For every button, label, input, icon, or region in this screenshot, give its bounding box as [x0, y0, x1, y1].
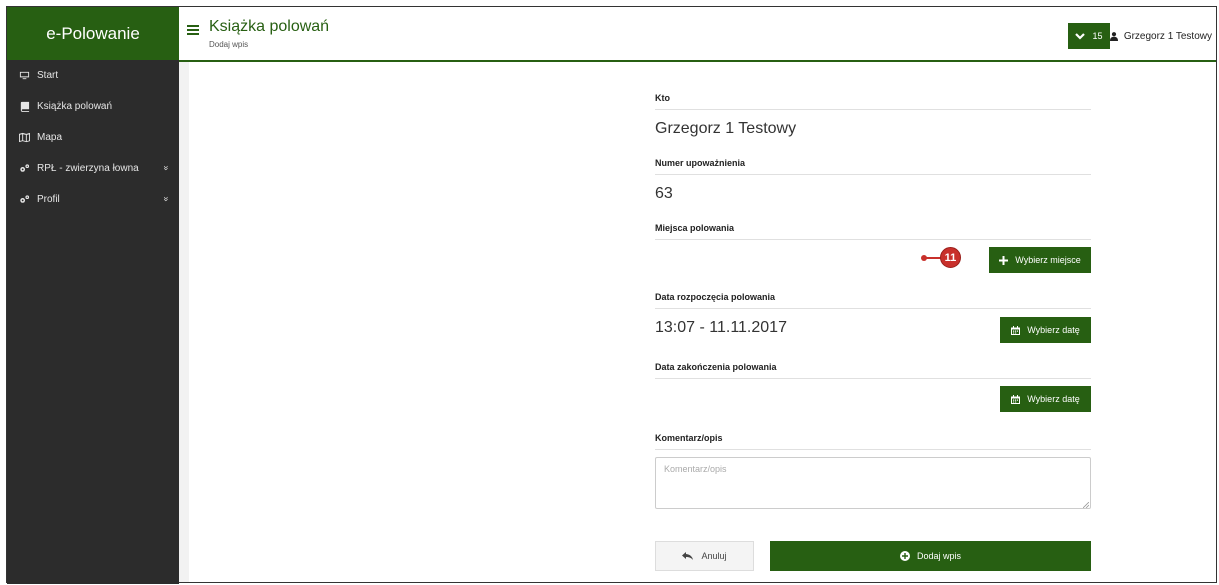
- chevron-down-icon: »: [161, 196, 172, 202]
- sidebar-item-label: Książka polowań: [37, 101, 113, 112]
- map-icon: [19, 132, 30, 143]
- hamburger-line: [187, 29, 199, 31]
- sidebar-item-hunting-book[interactable]: Książka polowań: [7, 91, 179, 122]
- top-header: Książka polowań Dodaj wpis 15 Grzegorz 1…: [179, 7, 1216, 60]
- page-title: Książka polowań: [209, 18, 330, 35]
- calendar-icon: [1011, 325, 1021, 335]
- plus-circle-icon: [899, 551, 910, 561]
- sidebar-item-label: RPŁ - zwierzyna łowna: [37, 163, 139, 174]
- divider: [655, 378, 1091, 379]
- who-value: Grzegorz 1 Testowy: [655, 120, 797, 137]
- hamburger-line: [187, 33, 199, 35]
- comment-label: Komentarz/opis: [655, 433, 723, 443]
- monitor-icon: [19, 71, 30, 80]
- resize-grip-icon[interactable]: [1083, 502, 1089, 508]
- chevron-down-icon: »: [161, 165, 172, 171]
- calendar-icon: [1011, 394, 1021, 404]
- end-date-label: Data zakończenia polowania: [655, 362, 777, 372]
- reply-icon: [682, 552, 694, 560]
- hamburger-menu-button[interactable]: [187, 25, 199, 37]
- sidebar-item-profile[interactable]: Profil »: [7, 184, 179, 215]
- add-entry-label: Dodaj wpis: [916, 551, 962, 561]
- comment-textarea[interactable]: [655, 457, 1091, 509]
- choose-date-label: Wybierz datę: [1027, 394, 1080, 404]
- sidebar-item-rpl[interactable]: RPŁ - zwierzyna łowna »: [7, 153, 179, 184]
- book-icon: [20, 101, 30, 112]
- brand-text: e-Polowanie: [46, 23, 140, 43]
- user-menu[interactable]: Grzegorz 1 Testowy: [1109, 23, 1212, 49]
- choose-date-label: Wybierz datę: [1027, 325, 1080, 335]
- app-window: e-Polowanie Start Książka polowań Mapa R…: [6, 6, 1217, 584]
- page-subtitle: Dodaj wpis: [209, 40, 249, 49]
- cancel-label: Anuluj: [701, 551, 727, 561]
- divider: [655, 239, 1091, 240]
- cogs-icon: [20, 195, 30, 203]
- sidebar: Start Książka polowań Mapa RPŁ - zwierzy…: [7, 60, 179, 584]
- hamburger-icon: [187, 25, 199, 27]
- brand-logo[interactable]: e-Polowanie: [7, 7, 179, 60]
- cogs-icon: [20, 164, 30, 172]
- user-name: Grzegorz 1 Testowy: [1123, 30, 1212, 42]
- choose-place-button[interactable]: Wybierz miejsce: [989, 247, 1091, 273]
- permit-label: Numer upoważnienia: [655, 158, 746, 168]
- sidebar-item-map[interactable]: Mapa: [7, 122, 179, 153]
- divider: [655, 109, 1091, 110]
- sidebar-item-label: Start: [37, 70, 59, 81]
- plus-icon: [999, 255, 1009, 265]
- who-label: Kto: [655, 93, 670, 103]
- choose-place-label: Wybierz miejsce: [1015, 255, 1081, 265]
- permit-value: 63: [655, 185, 673, 202]
- sidebar-item-start[interactable]: Start: [7, 60, 179, 91]
- places-label: Miejsca polowania: [655, 223, 735, 233]
- chevron-down-icon: [1075, 33, 1086, 40]
- divider: [655, 308, 1091, 309]
- cancel-button[interactable]: Anuluj: [655, 541, 754, 571]
- annotation-badge: 11: [940, 247, 961, 268]
- divider: [655, 174, 1091, 175]
- choose-end-date-button[interactable]: Wybierz datę: [1000, 386, 1091, 412]
- notifications-count: 15: [1092, 31, 1103, 41]
- main-content: Kto Grzegorz 1 Testowy Numer upoważnieni…: [179, 62, 1216, 582]
- notifications-button[interactable]: 15: [1068, 23, 1110, 49]
- start-date-value: 13:07 - 11.11.2017: [655, 319, 787, 336]
- sidebar-item-label: Profil: [37, 194, 60, 205]
- choose-start-date-button[interactable]: Wybierz datę: [1000, 317, 1091, 343]
- add-entry-button[interactable]: Dodaj wpis: [770, 541, 1091, 571]
- sidebar-item-label: Mapa: [37, 132, 63, 143]
- user-icon: [1109, 31, 1118, 41]
- divider: [655, 449, 1091, 450]
- start-date-label: Data rozpoczęcia polowania: [655, 292, 776, 302]
